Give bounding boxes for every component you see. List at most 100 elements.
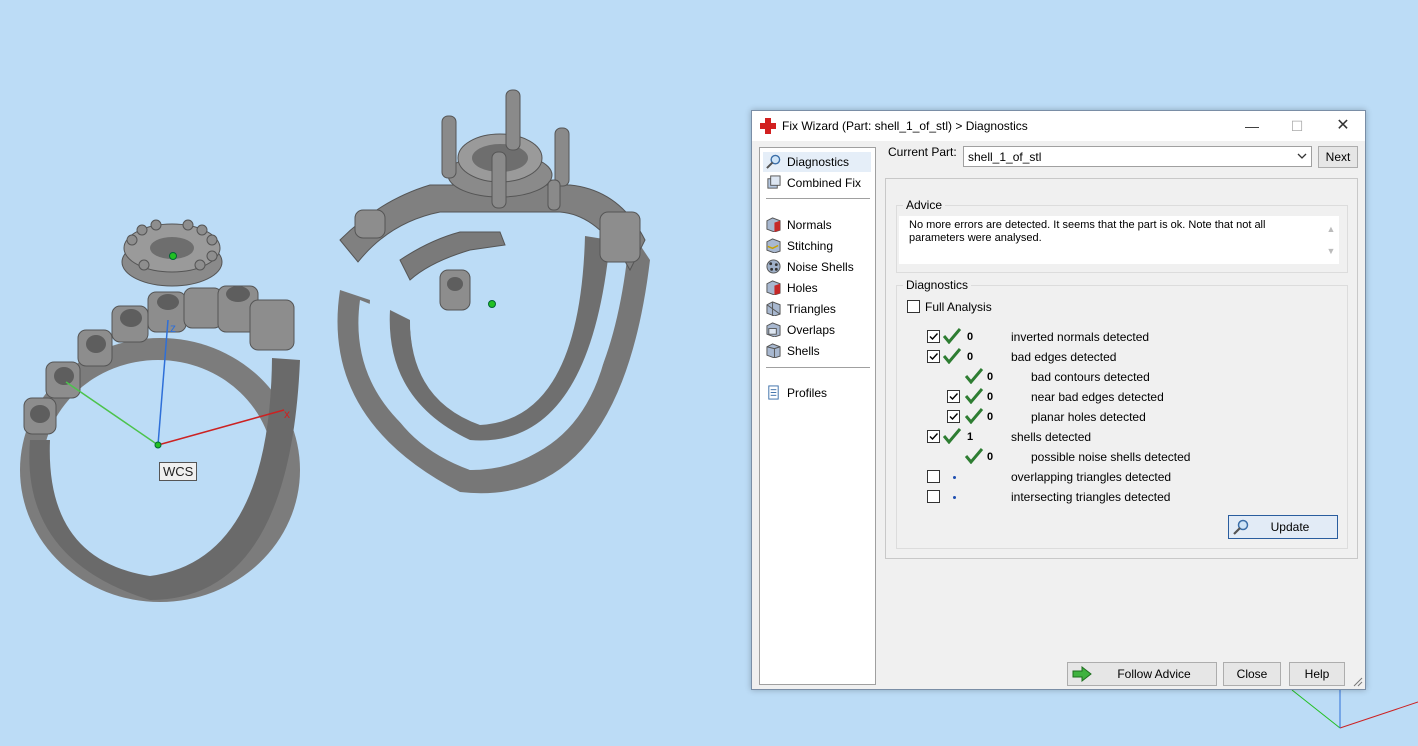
nav-item-diagnostics[interactable]: Diagnostics: [763, 152, 871, 172]
nav-item-label: Stitching: [787, 239, 834, 253]
normals-icon: [766, 217, 781, 232]
magnifier-icon: [766, 154, 781, 169]
nav-item-combined-fix[interactable]: Combined Fix: [763, 173, 871, 193]
corner-axis-triad: [1291, 689, 1418, 729]
diagnostics-group: Diagnostics Full Analysis 0 inverted nor…: [896, 278, 1348, 549]
update-button-label: Update: [1270, 520, 1310, 534]
triangles-icon: [766, 301, 781, 316]
bad-edges-checkbox[interactable]: [927, 350, 940, 363]
current-part-value: shell_1_of_stl: [968, 150, 1042, 164]
diagnostics-title: Diagnostics: [903, 278, 972, 292]
diag-label: near bad edges detected: [1031, 390, 1164, 404]
next-button[interactable]: Next: [1318, 146, 1358, 168]
nav-item-label: Holes: [787, 281, 818, 295]
inverted-normals-checkbox[interactable]: [927, 330, 940, 343]
holes-icon: [766, 280, 781, 295]
current-part-label: Current Part:: [888, 145, 957, 159]
advice-message: No more errors are detected. It seems th…: [909, 219, 1266, 244]
resize-grip-icon[interactable]: [1353, 677, 1363, 687]
nav-item-noise-shells[interactable]: Noise Shells: [763, 257, 871, 277]
diag-count: 1: [967, 431, 974, 443]
ok-check-icon: [943, 328, 961, 344]
minimize-button[interactable]: —: [1229, 111, 1275, 141]
diag-count: 0: [987, 411, 994, 423]
maximize-button[interactable]: ☐: [1274, 111, 1320, 141]
not-analysed-dot-icon: [953, 496, 956, 499]
dialog-title: Fix Wizard (Part: shell_1_of_stl) > Diag…: [782, 119, 1028, 133]
nav-item-label: Triangles: [787, 302, 836, 316]
planar-holes-checkbox[interactable]: [947, 410, 960, 423]
nav-item-label: Combined Fix: [787, 176, 862, 190]
ok-check-icon: [965, 368, 983, 384]
diag-label: intersecting triangles detected: [1011, 490, 1171, 504]
nav-item-label: Normals: [787, 218, 832, 232]
overlaps-icon: [766, 322, 781, 337]
follow-advice-label: Follow Advice: [1117, 667, 1191, 681]
intersecting-triangles-checkbox[interactable]: [927, 490, 940, 503]
nav-item-label: Diagnostics: [787, 155, 850, 169]
near-bad-edges-checkbox[interactable]: [947, 390, 960, 403]
ok-check-icon: [965, 448, 983, 464]
diag-label: shells detected: [1011, 430, 1092, 444]
wizard-nav: Diagnostics Combined Fix Normals Stitchi…: [759, 147, 876, 685]
diag-count: 0: [987, 391, 994, 403]
nav-item-stitching[interactable]: Stitching: [763, 236, 871, 256]
close-window-button[interactable]: ✕: [1320, 111, 1366, 141]
help-button[interactable]: Help: [1289, 662, 1345, 686]
diag-label: inverted normals detected: [1011, 330, 1150, 344]
nav-item-normals[interactable]: Normals: [763, 215, 871, 235]
diag-count: 0: [967, 331, 974, 343]
not-analysed-dot-icon: [953, 476, 956, 479]
close-button[interactable]: Close: [1223, 662, 1281, 686]
ok-check-icon: [965, 408, 983, 424]
chevron-down-icon: [1297, 153, 1307, 159]
full-analysis-label: Full Analysis: [925, 300, 992, 314]
diag-count: 0: [967, 351, 974, 363]
diagnostics-panel: Advice No more errors are detected. It s…: [885, 178, 1358, 559]
nav-item-label: Profiles: [787, 386, 828, 400]
diag-count: 0: [987, 371, 994, 383]
diag-label: possible noise shells detected: [1031, 450, 1191, 464]
diag-label: overlapping triangles detected: [1011, 470, 1172, 484]
overlapping-triangles-checkbox[interactable]: [927, 470, 940, 483]
diag-label: bad contours detected: [1031, 370, 1150, 384]
shells-icon: [766, 343, 781, 358]
wcs-label: WCS: [159, 462, 198, 481]
ok-check-icon: [943, 348, 961, 364]
nav-item-label: Noise Shells: [787, 260, 854, 274]
green-arrow-icon: [1072, 666, 1092, 682]
diag-label: bad edges detected: [1011, 350, 1117, 364]
title-bar[interactable]: Fix Wizard (Part: shell_1_of_stl) > Diag…: [752, 111, 1365, 141]
advice-text: No more errors are detected. It seems th…: [899, 216, 1339, 264]
advice-scrollbar[interactable]: ▲ ▼: [1325, 218, 1337, 262]
red-cross-icon: [760, 118, 776, 134]
shells-checkbox[interactable]: [927, 430, 940, 443]
nav-item-shells[interactable]: Shells: [763, 341, 871, 361]
nav-item-label: Shells: [787, 344, 820, 358]
full-analysis-checkbox[interactable]: [907, 300, 920, 313]
diag-label: planar holes detected: [1031, 410, 1146, 424]
nav-item-triangles[interactable]: Triangles: [763, 299, 871, 319]
nav-item-holes[interactable]: Holes: [763, 278, 871, 298]
current-part-select[interactable]: shell_1_of_stl: [963, 146, 1312, 167]
axis-z-label: z: [170, 321, 176, 335]
fix-wizard-dialog: Fix Wizard (Part: shell_1_of_stl) > Diag…: [751, 110, 1366, 690]
nav-separator: [766, 367, 870, 368]
noise-shells-icon: [766, 259, 781, 274]
advice-title: Advice: [903, 198, 946, 212]
ok-check-icon: [965, 388, 983, 404]
nav-item-profiles[interactable]: Profiles: [763, 383, 871, 403]
axis-x-label: x: [284, 407, 290, 421]
follow-advice-button[interactable]: Follow Advice: [1067, 662, 1217, 686]
nav-separator: [766, 198, 870, 199]
stitching-icon: [766, 238, 781, 253]
update-button[interactable]: Update: [1228, 515, 1338, 539]
diag-count: 0: [987, 451, 994, 463]
advice-group: Advice No more errors are detected. It s…: [896, 198, 1348, 273]
profiles-icon: [768, 385, 779, 400]
combined-fix-icon: [767, 175, 781, 189]
ok-check-icon: [943, 428, 961, 444]
nav-item-label: Overlaps: [787, 323, 836, 337]
right-ring-model: [337, 89, 650, 494]
nav-item-overlaps[interactable]: Overlaps: [763, 320, 871, 340]
